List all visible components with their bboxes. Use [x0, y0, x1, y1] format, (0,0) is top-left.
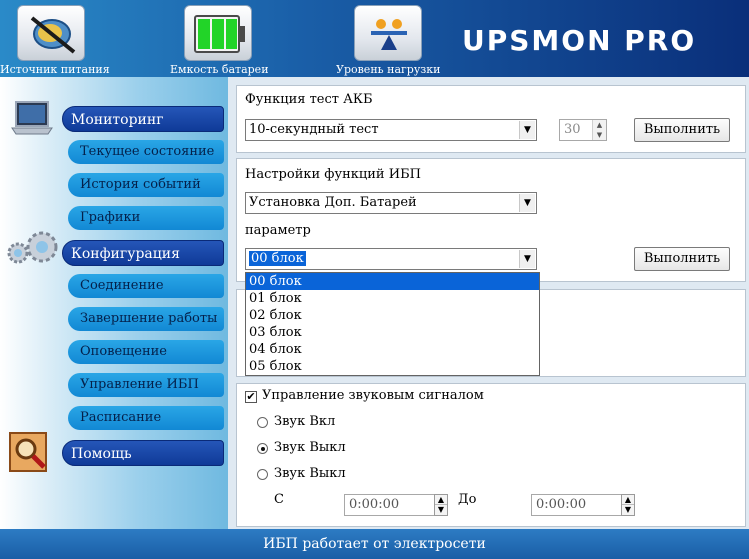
dropdown-option[interactable]: 00 блок [246, 273, 539, 290]
from-time-value: 0:00:00 [349, 497, 400, 512]
battery-capacity-label: Емкость батареи [170, 63, 269, 76]
sound-off-radio[interactable] [257, 443, 268, 454]
dropdown-option[interactable]: 04 блок [246, 341, 539, 358]
sidebar-item-current-status[interactable]: Текущее состояние [68, 140, 224, 164]
dropdown-option[interactable]: 03 блок [246, 324, 539, 341]
sidebar-item-notification[interactable]: Оповещение [68, 340, 224, 364]
battery-test-selected: 10-секундный тест [249, 122, 379, 137]
sidebar-item-schedule[interactable]: Расписание [68, 406, 224, 430]
chevron-down-icon: ▼ [519, 250, 535, 268]
power-source-label: Источник питания [0, 63, 110, 76]
to-time-value: 0:00:00 [536, 497, 587, 512]
battery-test-select[interactable]: 10-секундный тест ▼ [245, 119, 537, 141]
ups-function-selected: Установка Доп. Батарей [249, 195, 417, 210]
laptop-icon [10, 100, 54, 142]
sound-off-scheduled-radio[interactable] [257, 469, 268, 480]
to-time-stepper[interactable]: ▲ ▼ [621, 494, 635, 516]
status-text: ИБП работает от электросети [263, 536, 486, 552]
to-label: До [458, 492, 477, 507]
spin-down-icon[interactable]: ▼ [435, 505, 447, 515]
sidebar-monitoring[interactable]: Мониторинг [62, 106, 224, 132]
sound-off-label: Звук Выкл [274, 440, 346, 455]
battery-capacity-button[interactable]: Емкость батареи [170, 5, 269, 76]
dropdown-option[interactable]: 05 блок [246, 358, 539, 375]
header-bar: Источник питания Емкость батареи Уровень… [0, 0, 749, 77]
load-scale-icon [354, 5, 422, 61]
sound-on-label: Звук Вкл [274, 414, 336, 429]
ups-settings-run-button[interactable]: Выполнить [634, 247, 730, 271]
load-level-label: Уровень нагрузки [336, 63, 441, 76]
test-duration-input[interactable]: 30 ▲ ▼ [559, 119, 607, 141]
sidebar-item-event-history[interactable]: История событий [68, 173, 224, 197]
sidebar-item-connection[interactable]: Соединение [68, 274, 224, 298]
sidebar-item-graphs[interactable]: Графики [68, 206, 224, 230]
chevron-down-icon: ▼ [519, 121, 535, 139]
sound-control-title: Управление звуковым сигналом [262, 388, 484, 403]
spin-up-icon[interactable]: ▲ [592, 120, 606, 130]
sidebar-item-ups-control[interactable]: Управление ИБП [68, 373, 224, 397]
dropdown-option[interactable]: 02 блок [246, 307, 539, 324]
ups-function-select[interactable]: Установка Доп. Батарей ▼ [245, 192, 537, 214]
from-label: С [274, 492, 284, 507]
sidebar-help[interactable]: Помощь [62, 440, 224, 466]
sidebar: Мониторинг Текущее состояние История соб… [0, 77, 228, 529]
gears-icon [2, 229, 62, 273]
spin-down-icon[interactable]: ▼ [592, 130, 606, 140]
parameter-select[interactable]: 00 блок ▼ [245, 248, 537, 270]
magnifier-icon [8, 429, 52, 477]
sound-off-scheduled-label: Звук Выкл [274, 466, 346, 481]
sidebar-item-shutdown[interactable]: Завершение работы [68, 307, 224, 331]
sidebar-configuration[interactable]: Конфигурация [62, 240, 224, 266]
sound-control-checkbox[interactable]: ✔ [245, 391, 257, 403]
test-duration-value: 30 [564, 122, 581, 137]
from-time-input[interactable]: 0:00:00 [344, 494, 436, 516]
sound-on-radio[interactable] [257, 417, 268, 428]
ups-settings-title: Настройки функций ИБП [245, 167, 421, 182]
spin-down-icon[interactable]: ▼ [622, 505, 634, 515]
parameter-dropdown-list: 00 блок 01 блок 02 блок 03 блок 04 блок … [245, 272, 540, 376]
spin-up-icon[interactable]: ▲ [622, 495, 634, 505]
ups-settings-group: Настройки функций ИБП Установка Доп. Бат… [236, 158, 746, 282]
battery-test-group: Функция тест АКБ 10-секундный тест ▼ 30 … [236, 85, 746, 153]
spin-up-icon[interactable]: ▲ [435, 495, 447, 505]
app-brand-logo: UPSMON PRO [462, 24, 697, 57]
parameter-selected: 00 блок [249, 251, 306, 266]
status-bar: ИБП работает от электросети [0, 529, 749, 559]
dropdown-option[interactable]: 01 блок [246, 290, 539, 307]
from-time-stepper[interactable]: ▲ ▼ [434, 494, 448, 516]
to-time-input[interactable]: 0:00:00 [531, 494, 623, 516]
plug-icon [17, 5, 85, 61]
battery-icon [184, 5, 252, 61]
power-source-button[interactable]: Источник питания [0, 5, 110, 76]
load-level-button[interactable]: Уровень нагрузки [336, 5, 441, 76]
chevron-down-icon: ▼ [519, 194, 535, 212]
battery-test-title: Функция тест АКБ [245, 92, 373, 107]
battery-test-run-button[interactable]: Выполнить [634, 118, 730, 142]
sound-control-group: ✔ Управление звуковым сигналом Звук Вкл … [236, 383, 746, 527]
parameter-label: параметр [245, 223, 311, 238]
